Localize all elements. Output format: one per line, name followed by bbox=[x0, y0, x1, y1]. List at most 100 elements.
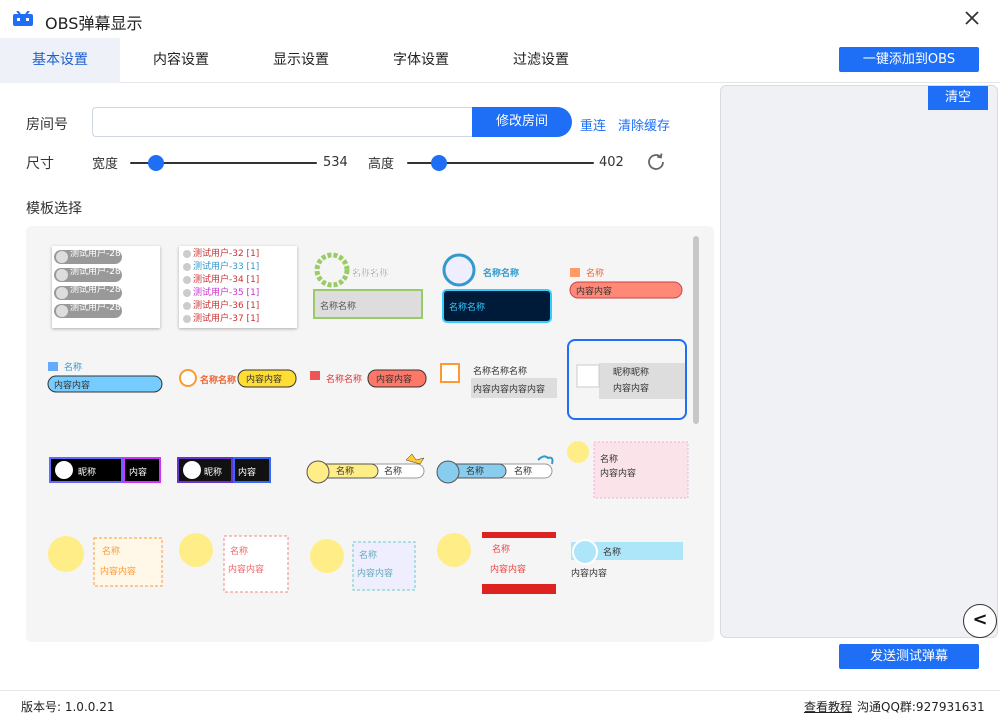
preview-panel bbox=[720, 85, 998, 638]
close-icon[interactable] bbox=[960, 6, 984, 30]
template-pink-dashed-preview: 名称 内容内容 bbox=[179, 533, 289, 593]
template-name-text: 名称 bbox=[600, 453, 618, 465]
template-pink-card[interactable]: 名称 内容内容 bbox=[566, 438, 690, 502]
template-yellow-pill[interactable]: 名称名称 内容内容 bbox=[178, 366, 298, 394]
template-list-gray[interactable]: 测试用户-284 [1] 测试用户-288 [1] 测试用户-284 [1] 测… bbox=[52, 246, 160, 328]
template-blue-pill-preview: 名称 内容内容 bbox=[47, 361, 163, 393]
tab-filter-settings[interactable]: 过滤设置 bbox=[481, 38, 601, 83]
row: 测试用户-284 [1] 测试用户-288 [1] 测试用户-284 [1] 测… bbox=[54, 247, 142, 318]
width-slider-handle[interactable] bbox=[148, 155, 165, 171]
list-row-text: 测试用户-284 [1] bbox=[70, 247, 142, 259]
template-content-text: 内容内容 bbox=[357, 567, 393, 579]
template-blue-speech-preview: 名称 名称 bbox=[436, 455, 554, 484]
room-input[interactable] bbox=[92, 107, 472, 137]
tutorial-link[interactable]: 查看教程 bbox=[804, 698, 852, 715]
template-selected-card[interactable]: 昵称昵称 内容内容 bbox=[567, 339, 687, 420]
template-content-text: 内容内容 bbox=[490, 563, 526, 575]
template-nick-text: 昵称 bbox=[78, 466, 96, 478]
reconnect-link[interactable]: 重连 bbox=[580, 115, 606, 134]
size-label: 尺寸 bbox=[26, 156, 54, 172]
template-red-stripe[interactable]: 名称 内容内容 bbox=[436, 530, 560, 598]
template-frame-blue[interactable]: 名称名称 名称名称 bbox=[439, 250, 555, 326]
list-row-text: 测试用户-287 [1] bbox=[70, 301, 142, 313]
template-wreath-green[interactable]: 名称名称 名称名称 bbox=[310, 248, 425, 322]
template-orange-pill-preview: 名称 内容内容 bbox=[569, 267, 683, 299]
list2-row-text: 测试用户-35 [1] bbox=[193, 286, 259, 298]
template-content-text: 内容 bbox=[129, 466, 147, 478]
height-value: 402 bbox=[599, 155, 624, 170]
template-orange-dashed[interactable]: 名称 内容内容 bbox=[48, 532, 166, 590]
template-blue-pill[interactable]: 名称 内容内容 bbox=[46, 360, 166, 400]
template-red-pill[interactable]: 名称名称 内容内容 bbox=[306, 366, 428, 394]
template-orange-dashed-preview: 名称 内容内容 bbox=[48, 536, 163, 587]
template-content-text: 内容内容 bbox=[613, 382, 649, 394]
list2-row-text: 测试用户-36 [1] bbox=[193, 299, 259, 311]
template-content-text: 内容内容 bbox=[54, 379, 90, 391]
list2-row-text: 测试用户-37 [1] bbox=[193, 312, 259, 324]
template-name-text: 名称名称 bbox=[326, 373, 362, 385]
template-name-text: 名称 bbox=[586, 267, 604, 279]
template-orange-pill[interactable]: 名称 内容内容 bbox=[568, 266, 686, 306]
template-pink-dashed[interactable]: 名称 内容内容 bbox=[178, 532, 294, 598]
template-pink-card-preview: 名称 内容内容 bbox=[567, 441, 689, 499]
template-black-purple-2[interactable]: 昵称 内容 bbox=[176, 456, 272, 486]
template-black-purple[interactable]: 昵称 内容 bbox=[48, 456, 162, 486]
modify-room-button[interactable]: 修改房间 bbox=[472, 107, 572, 137]
tab-font-settings[interactable]: 字体设置 bbox=[361, 38, 481, 83]
title-bar: OBS弹幕显示 bbox=[0, 0, 1000, 38]
template-cyan-dashed[interactable]: 名称 内容内容 bbox=[309, 538, 421, 596]
tab-basic-settings[interactable]: 基本设置 bbox=[0, 38, 120, 83]
template-content-text: 内容内容 bbox=[100, 565, 136, 577]
width-slider[interactable] bbox=[130, 155, 317, 171]
template-name-text: 名称 bbox=[64, 361, 82, 373]
list2-row-text: 测试用户-33 [1] bbox=[193, 260, 259, 272]
template-content-text: 内容内容 bbox=[376, 373, 412, 385]
template-name-text: 名称名称 bbox=[449, 301, 485, 313]
list2-row-text: 测试用户-32 [1] bbox=[193, 247, 259, 259]
width-value: 534 bbox=[323, 155, 348, 170]
template-light-blue[interactable]: 名称 内容内容 bbox=[567, 538, 691, 588]
clear-cache-link[interactable]: 清除缓存 bbox=[618, 115, 670, 134]
list2-row-text: 测试用户-34 [1] bbox=[193, 273, 259, 285]
template-name-text: 名称 bbox=[102, 545, 120, 557]
collapse-panel-button[interactable]: < bbox=[963, 604, 997, 638]
template-black-purple-2-preview: 昵称 内容 bbox=[177, 457, 271, 483]
template-yellow-speech-preview: 名称 名称 bbox=[306, 453, 425, 484]
template-red-stripe-preview: 名称 内容内容 bbox=[437, 532, 556, 594]
clear-button[interactable]: 清空 bbox=[928, 86, 988, 110]
refresh-icon[interactable] bbox=[645, 151, 667, 173]
gallery-scrollbar[interactable] bbox=[693, 236, 699, 424]
template-name-text: 名称 bbox=[514, 465, 532, 477]
template-red-pill-preview: 名称名称 内容内容 bbox=[310, 369, 427, 388]
template-name-text: 名称 bbox=[466, 465, 484, 477]
status-bar: 版本号: 1.0.0.21 查看教程 沟通QQ群:927931631 bbox=[0, 690, 1000, 720]
send-test-danmaku-button[interactable]: 发送测试弹幕 bbox=[839, 644, 979, 669]
template-name-text: 名称名称 bbox=[200, 374, 236, 386]
template-long-text[interactable]: 名称名称名称 内容内容内容内容 bbox=[439, 362, 559, 402]
room-label: 房间号 bbox=[26, 117, 68, 133]
template-list-gray-preview: 测试用户-284 [1] 测试用户-288 [1] 测试用户-284 [1] 测… bbox=[54, 247, 142, 318]
app-title: OBS弹幕显示 bbox=[45, 14, 143, 33]
template-name-text: 昵称昵称 bbox=[613, 366, 649, 378]
height-slider[interactable] bbox=[407, 155, 594, 171]
height-slider-handle[interactable] bbox=[430, 155, 447, 171]
template-blue-speech[interactable]: 名称 名称 bbox=[434, 454, 558, 486]
template-content-text: 内容内容 bbox=[600, 467, 636, 479]
template-yellow-speech[interactable]: 名称 名称 bbox=[306, 453, 428, 486]
tab-display-settings[interactable]: 显示设置 bbox=[241, 38, 361, 83]
template-name-text: 名称名称 bbox=[483, 267, 519, 279]
add-to-obs-button[interactable]: 一键添加到OBS bbox=[839, 47, 979, 72]
template-name-text: 名称 bbox=[384, 465, 402, 477]
template-name-text: 名称 bbox=[492, 543, 510, 555]
width-label: 宽度 bbox=[92, 157, 119, 172]
template-yellow-pill-preview: 名称名称 内容内容 bbox=[179, 369, 297, 388]
template-name-text: 名称名称 bbox=[352, 267, 388, 279]
template-name-text: 名称 bbox=[359, 549, 377, 561]
template-content-text: 内容内容 bbox=[571, 567, 607, 579]
template-list-white[interactable]: 测试用户-32 [1] 测试用户-33 [1] 测试用户-34 [1] 测试用户… bbox=[179, 246, 297, 328]
app-logo-icon bbox=[13, 11, 33, 26]
template-content-text: 内容内容内容内容 bbox=[473, 383, 545, 395]
tab-content-settings[interactable]: 内容设置 bbox=[121, 38, 241, 83]
version-text: 版本号: 1.0.0.21 bbox=[21, 700, 115, 714]
tab-bar: 基本设置 内容设置 显示设置 字体设置 过滤设置 一键添加到OBS bbox=[0, 38, 1000, 83]
